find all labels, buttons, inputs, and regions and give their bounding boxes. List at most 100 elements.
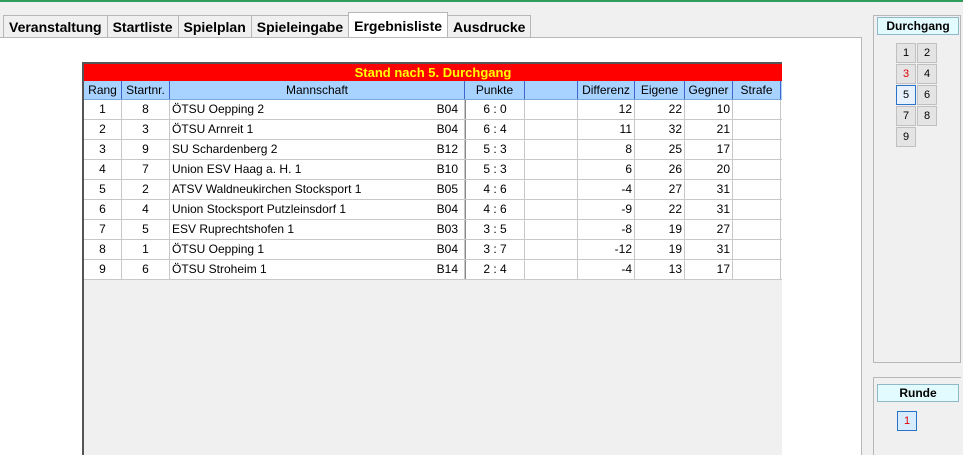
table-row[interactable]: 7 5 ESV Ruprechtshofen 1 B03 3 : 5 -8 19 27	[84, 220, 782, 240]
col-header-eigene[interactable]: Eigene	[635, 81, 685, 99]
cell-mannschaft[interactable]: Union Stocksport Putzleinsdorf 1 B04	[170, 200, 465, 219]
cell-rang[interactable]: 4	[84, 160, 122, 179]
cell-mannschaft[interactable]: ÖTSU Arnreit 1 B04	[170, 120, 465, 139]
cell-mannschaft[interactable]: SU Schardenberg 2 B12	[170, 140, 465, 159]
cell-punkte[interactable]: 6 : 4	[465, 120, 525, 139]
cell-eigene[interactable]: 19	[635, 220, 685, 239]
cell-gegner[interactable]: 31	[685, 180, 733, 199]
tab-ergebnisliste[interactable]: Ergebnisliste	[348, 12, 449, 37]
cell-gegner[interactable]: 17	[685, 260, 733, 279]
cell-mannschaft[interactable]: ESV Ruprechtshofen 1 B03	[170, 220, 465, 239]
cell-blank[interactable]	[525, 180, 578, 199]
cell-eigene[interactable]: 13	[635, 260, 685, 279]
cell-mannschaft[interactable]: Union ESV Haag a. H. 1 B10	[170, 160, 465, 179]
results-grid[interactable]: Stand nach 5. Durchgang Rang Startnr. Ma…	[82, 62, 782, 455]
cell-blank[interactable]	[525, 120, 578, 139]
cell-rang[interactable]: 7	[84, 220, 122, 239]
col-header-mannschaft[interactable]: Mannschaft	[170, 81, 465, 99]
cell-startnr[interactable]: 2	[122, 180, 170, 199]
cell-rang[interactable]: 3	[84, 140, 122, 159]
cell-punkte[interactable]: 5 : 3	[465, 140, 525, 159]
table-row[interactable]: 2 3 ÖTSU Arnreit 1 B04 6 : 4 11 32 21	[84, 120, 782, 140]
cell-startnr[interactable]: 7	[122, 160, 170, 179]
table-row[interactable]: 9 6 ÖTSU Stroheim 1 B14 2 : 4 -4 13 17	[84, 260, 782, 280]
cell-differenz[interactable]: -12	[578, 240, 635, 259]
durchgang-button-3[interactable]: 3	[896, 64, 916, 84]
cell-startnr[interactable]: 5	[122, 220, 170, 239]
cell-mannschaft[interactable]: ÖTSU Oepping 1 B04	[170, 240, 465, 259]
tab-startliste[interactable]: Startliste	[106, 15, 179, 37]
cell-differenz[interactable]: -4	[578, 180, 635, 199]
cell-startnr[interactable]: 6	[122, 260, 170, 279]
cell-strafe[interactable]	[733, 240, 781, 259]
durchgang-button-5[interactable]: 5	[896, 85, 916, 105]
cell-strafe[interactable]	[733, 120, 781, 139]
cell-eigene[interactable]: 22	[635, 100, 685, 119]
cell-gegner[interactable]: 10	[685, 100, 733, 119]
cell-punkte[interactable]: 4 : 6	[465, 180, 525, 199]
tab-spieleingabe[interactable]: Spieleingabe	[250, 15, 350, 37]
cell-differenz[interactable]: -9	[578, 200, 635, 219]
cell-strafe[interactable]	[733, 260, 781, 279]
cell-eigene[interactable]: 22	[635, 200, 685, 219]
col-header-rang[interactable]: Rang	[84, 81, 122, 99]
cell-rang[interactable]: 5	[84, 180, 122, 199]
cell-strafe[interactable]	[733, 100, 781, 119]
runde-button-1[interactable]: 1	[897, 411, 917, 431]
durchgang-button-1[interactable]: 1	[896, 43, 916, 63]
cell-differenz[interactable]: 6	[578, 160, 635, 179]
cell-startnr[interactable]: 8	[122, 100, 170, 119]
cell-strafe[interactable]	[733, 160, 781, 179]
cell-blank[interactable]	[525, 140, 578, 159]
table-row[interactable]: 1 8 ÖTSU Oepping 2 B04 6 : 0 12 22 10	[84, 100, 782, 120]
cell-blank[interactable]	[525, 160, 578, 179]
durchgang-button-2[interactable]: 2	[917, 43, 937, 63]
col-header-strafe[interactable]: Strafe	[733, 81, 781, 99]
tab-spielplan[interactable]: Spielplan	[177, 15, 252, 37]
col-header-gegner[interactable]: Gegner	[685, 81, 733, 99]
cell-mannschaft[interactable]: ÖTSU Oepping 2 B04	[170, 100, 465, 119]
cell-startnr[interactable]: 9	[122, 140, 170, 159]
cell-startnr[interactable]: 1	[122, 240, 170, 259]
cell-eigene[interactable]: 25	[635, 140, 685, 159]
col-header-punkte[interactable]: Punkte	[465, 81, 525, 99]
cell-blank[interactable]	[525, 260, 578, 279]
table-row[interactable]: 3 9 SU Schardenberg 2 B12 5 : 3 8 25 17	[84, 140, 782, 160]
cell-eigene[interactable]: 32	[635, 120, 685, 139]
cell-gegner[interactable]: 17	[685, 140, 733, 159]
cell-gegner[interactable]: 20	[685, 160, 733, 179]
cell-differenz[interactable]: -8	[578, 220, 635, 239]
col-header-startnr[interactable]: Startnr.	[122, 81, 170, 99]
cell-startnr[interactable]: 4	[122, 200, 170, 219]
cell-differenz[interactable]: -4	[578, 260, 635, 279]
cell-eigene[interactable]: 19	[635, 240, 685, 259]
durchgang-button-6[interactable]: 6	[917, 85, 937, 105]
durchgang-button-4[interactable]: 4	[917, 64, 937, 84]
cell-eigene[interactable]: 26	[635, 160, 685, 179]
cell-blank[interactable]	[525, 100, 578, 119]
table-row[interactable]: 5 2 ATSV Waldneukirchen Stocksport 1 B05 4 :…	[84, 180, 782, 200]
cell-differenz[interactable]: 8	[578, 140, 635, 159]
cell-strafe[interactable]	[733, 220, 781, 239]
cell-strafe[interactable]	[733, 200, 781, 219]
col-header-blank[interactable]	[525, 81, 578, 99]
cell-differenz[interactable]: 12	[578, 100, 635, 119]
cell-rang[interactable]: 1	[84, 100, 122, 119]
table-row[interactable]: 6 4 Union Stocksport Putzleinsdorf 1 B04 4 :…	[84, 200, 782, 220]
cell-differenz[interactable]: 11	[578, 120, 635, 139]
cell-punkte[interactable]: 3 : 5	[465, 220, 525, 239]
cell-rang[interactable]: 8	[84, 240, 122, 259]
cell-gegner[interactable]: 27	[685, 220, 733, 239]
cell-punkte[interactable]: 5 : 3	[465, 160, 525, 179]
tab-ausdrucke[interactable]: Ausdrucke	[447, 15, 532, 37]
cell-rang[interactable]: 6	[84, 200, 122, 219]
cell-blank[interactable]	[525, 240, 578, 259]
cell-gegner[interactable]: 31	[685, 200, 733, 219]
cell-rang[interactable]: 9	[84, 260, 122, 279]
cell-gegner[interactable]: 31	[685, 240, 733, 259]
col-header-differenz[interactable]: Differenz	[578, 81, 635, 99]
cell-strafe[interactable]	[733, 180, 781, 199]
table-row[interactable]: 4 7 Union ESV Haag a. H. 1 B10 5 : 3 6 26 20	[84, 160, 782, 180]
cell-blank[interactable]	[525, 200, 578, 219]
cell-punkte[interactable]: 3 : 7	[465, 240, 525, 259]
